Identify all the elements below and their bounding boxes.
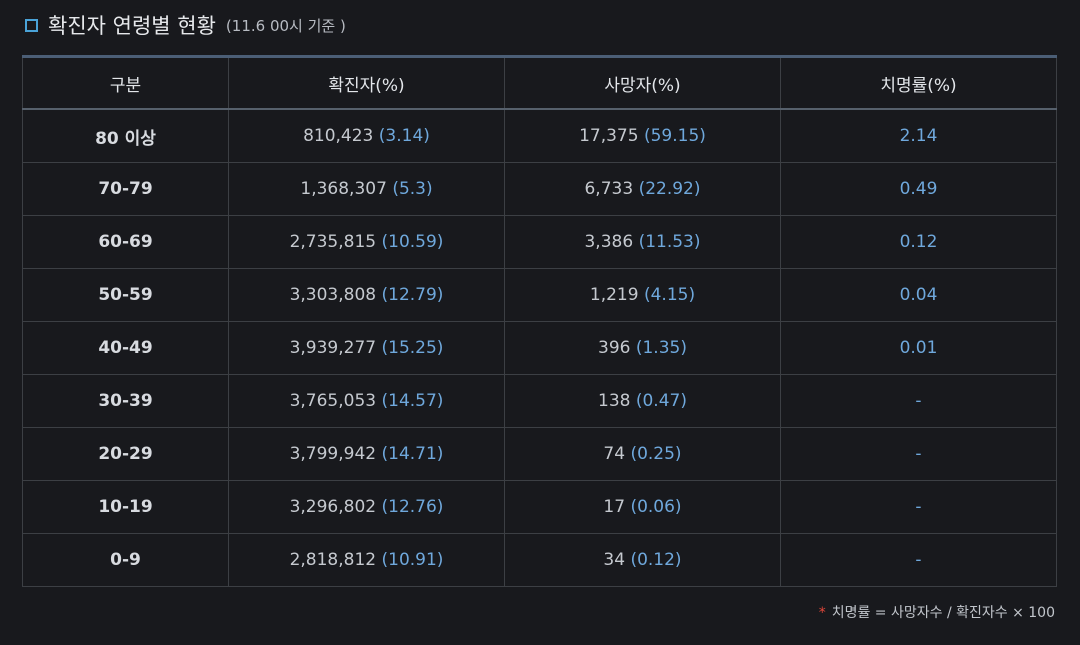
- deaths-cell: 396 (1.35): [504, 321, 781, 375]
- deaths-count: 74: [603, 444, 626, 464]
- cases-percent: (10.91): [381, 550, 444, 570]
- table-row: 20-29 3,799,942 (14.71) 74 (0.25) -: [22, 427, 1057, 481]
- table-header-row: 구분 확진자(%) 사망자(%) 치명률(%): [22, 56, 1057, 110]
- section-header: 확진자 연령별 현황 (11.6 00시 기준 ): [25, 8, 346, 42]
- deaths-count: 34: [603, 550, 626, 570]
- cases-cell: 3,939,277 (15.25): [228, 321, 505, 375]
- age-group-cell: 70-79: [22, 162, 229, 216]
- cases-percent: (15.25): [381, 338, 444, 358]
- column-header-cases: 확진자(%): [228, 56, 505, 110]
- footnote: * 치명률 = 사망자수 / 확진자수 × 100: [819, 602, 1055, 622]
- fatality-rate-cell: -: [780, 374, 1057, 428]
- deaths-count: 3,386: [584, 232, 634, 252]
- age-group-cell: 80 이상: [22, 108, 229, 163]
- fatality-rate-cell: -: [780, 427, 1057, 481]
- deaths-percent: (11.53): [638, 232, 701, 252]
- cases-count: 3,799,942: [289, 444, 377, 464]
- page-subtitle: (11.6 00시 기준 ): [225, 16, 346, 35]
- deaths-cell: 3,386 (11.53): [504, 215, 781, 269]
- deaths-percent: (0.25): [630, 444, 682, 464]
- table-row: 0-9 2,818,812 (10.91) 34 (0.12) -: [22, 533, 1057, 587]
- deaths-percent: (0.12): [630, 550, 682, 570]
- table-row: 80 이상 810,423 (3.14) 17,375 (59.15) 2.14: [22, 108, 1057, 163]
- table-row: 60-69 2,735,815 (10.59) 3,386 (11.53) 0.12: [22, 215, 1057, 269]
- fatality-rate-cell: 2.14: [780, 108, 1057, 163]
- footnote-marker: *: [818, 605, 826, 621]
- age-group-cell: 0-9: [22, 533, 229, 587]
- cases-percent: (14.57): [381, 391, 444, 411]
- square-bullet-icon: [25, 18, 38, 32]
- deaths-cell: 34 (0.12): [504, 533, 781, 587]
- cases-percent: (5.3): [392, 179, 433, 199]
- deaths-percent: (4.15): [643, 285, 696, 305]
- deaths-cell: 138 (0.47): [504, 374, 781, 428]
- table-row: 50-59 3,303,808 (12.79) 1,219 (4.15) 0.04: [22, 268, 1057, 322]
- deaths-cell: 74 (0.25): [504, 427, 781, 481]
- age-stats-table: 구분 확진자(%) 사망자(%) 치명률(%) 80 이상 810,423 (3.…: [22, 55, 1057, 587]
- cases-count: 3,939,277: [289, 338, 377, 358]
- deaths-percent: (59.15): [643, 126, 706, 146]
- cases-cell: 3,765,053 (14.57): [228, 374, 505, 428]
- deaths-count: 17,375: [579, 126, 639, 146]
- footnote-text: 치명률 = 사망자수 / 확진자수 × 100: [831, 605, 1055, 621]
- cases-cell: 3,799,942 (14.71): [228, 427, 505, 481]
- age-group-cell: 20-29: [22, 427, 229, 481]
- fatality-rate-cell: 0.01: [780, 321, 1057, 375]
- cases-percent: (10.59): [381, 232, 444, 252]
- age-group-cell: 60-69: [22, 215, 229, 269]
- table-row: 10-19 3,296,802 (12.76) 17 (0.06) -: [22, 480, 1057, 534]
- column-header-fatality: 치명률(%): [780, 56, 1057, 110]
- cases-count: 2,818,812: [289, 550, 377, 570]
- cases-count: 3,303,808: [289, 285, 377, 305]
- column-header-group: 구분: [22, 56, 229, 110]
- deaths-count: 138: [598, 391, 631, 411]
- column-header-deaths: 사망자(%): [504, 56, 781, 110]
- deaths-count: 396: [598, 338, 631, 358]
- cases-percent: (3.14): [378, 126, 430, 146]
- fatality-rate-cell: -: [780, 480, 1057, 534]
- deaths-count: 6,733: [584, 179, 634, 199]
- age-group-cell: 50-59: [22, 268, 229, 322]
- cases-cell: 2,818,812 (10.91): [228, 533, 505, 587]
- cases-count: 1,368,307: [300, 179, 387, 199]
- cases-count: 2,735,815: [289, 232, 377, 252]
- cases-cell: 1,368,307 (5.3): [228, 162, 505, 216]
- cases-cell: 3,303,808 (12.79): [228, 268, 505, 322]
- fatality-rate-cell: -: [780, 533, 1057, 587]
- age-group-cell: 40-49: [22, 321, 229, 375]
- cases-count: 3,296,802: [289, 497, 377, 517]
- deaths-percent: (0.06): [630, 497, 682, 517]
- deaths-percent: (22.92): [638, 179, 701, 199]
- cases-cell: 3,296,802 (12.76): [228, 480, 505, 534]
- age-group-cell: 30-39: [22, 374, 229, 428]
- cases-cell: 810,423 (3.14): [228, 108, 505, 163]
- cases-cell: 2,735,815 (10.59): [228, 215, 505, 269]
- deaths-percent: (1.35): [635, 338, 687, 358]
- cases-count: 810,423: [303, 126, 374, 146]
- fatality-rate-cell: 0.49: [780, 162, 1057, 216]
- table-row: 40-49 3,939,277 (15.25) 396 (1.35) 0.01: [22, 321, 1057, 375]
- cases-percent: (12.76): [381, 497, 444, 517]
- cases-percent: (12.79): [381, 285, 444, 305]
- deaths-cell: 17,375 (59.15): [504, 108, 781, 163]
- deaths-cell: 1,219 (4.15): [504, 268, 781, 322]
- table-row: 30-39 3,765,053 (14.57) 138 (0.47) -: [22, 374, 1057, 428]
- deaths-count: 1,219: [589, 285, 639, 305]
- cases-percent: (14.71): [381, 444, 444, 464]
- deaths-count: 17: [603, 497, 626, 517]
- age-group-cell: 10-19: [22, 480, 229, 534]
- fatality-rate-cell: 0.12: [780, 215, 1057, 269]
- cases-count: 3,765,053: [289, 391, 377, 411]
- deaths-cell: 6,733 (22.92): [504, 162, 781, 216]
- page-title: 확진자 연령별 현황: [48, 14, 216, 38]
- deaths-cell: 17 (0.06): [504, 480, 781, 534]
- fatality-rate-cell: 0.04: [780, 268, 1057, 322]
- age-stats-table-container: 구분 확진자(%) 사망자(%) 치명률(%) 80 이상 810,423 (3.…: [22, 55, 1057, 587]
- deaths-percent: (0.47): [635, 391, 687, 411]
- table-row: 70-79 1,368,307 (5.3) 6,733 (22.92) 0.49: [22, 162, 1057, 216]
